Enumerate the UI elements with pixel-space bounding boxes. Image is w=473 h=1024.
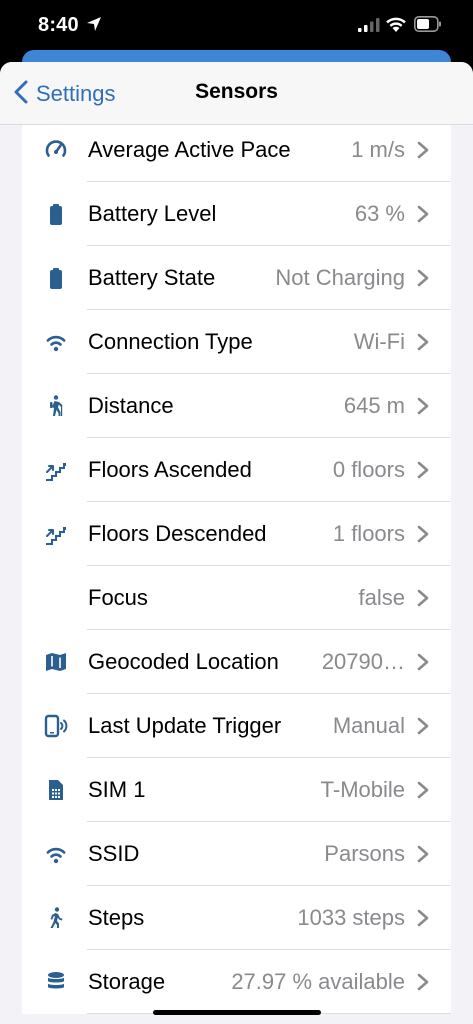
- chevron-right-icon: [417, 333, 429, 351]
- sensor-label: Floors Ascended: [88, 457, 252, 482]
- cellphone-wireless-icon: [44, 714, 68, 738]
- sensor-label: Connection Type: [88, 329, 253, 354]
- sensor-row-battery-level[interactable]: Battery Level 63 %: [22, 182, 451, 246]
- sensor-value: 63 %: [354, 201, 405, 226]
- wifi-status-icon: [385, 15, 407, 37]
- battery-icon: [44, 202, 68, 226]
- sensor-row-storage[interactable]: Storage 27.97 % available: [22, 950, 451, 1014]
- wifi-icon: [44, 330, 68, 354]
- chevron-right-icon: [417, 973, 429, 991]
- page-title-text: Sensors: [195, 80, 278, 103]
- walking-icon: [44, 906, 68, 930]
- sensor-value: 27.97 % available: [231, 969, 405, 994]
- sensor-label: Steps: [88, 905, 145, 930]
- sensor-value: false: [358, 585, 405, 610]
- battery-icon: [44, 266, 68, 290]
- sensors-sheet: Settings Sensors Average Active Pace 1 m/…: [0, 62, 473, 1024]
- sensor-row-geocoded-location[interactable]: Geocoded Location 20790…: [22, 630, 451, 694]
- chevron-right-icon: [417, 653, 429, 671]
- sensor-value: 645 m: [343, 393, 405, 418]
- sensor-label: Average Active Pace: [88, 137, 291, 162]
- sensor-value: Not Charging: [275, 265, 405, 290]
- sensor-value: 1 m/s: [351, 137, 405, 162]
- sensor-label: Battery Level: [88, 201, 217, 226]
- sensor-label: Geocoded Location: [88, 649, 279, 674]
- cellular-signal-icon: [358, 18, 380, 37]
- sensor-value: Parsons: [324, 841, 405, 866]
- sensor-value: 20790…: [321, 649, 405, 674]
- status-bar: 8:40: [0, 0, 473, 52]
- sensor-row-battery-state[interactable]: Battery State Not Charging: [22, 246, 451, 310]
- stairs-icon: [44, 458, 68, 482]
- navigation-bar: Settings Sensors: [0, 62, 473, 125]
- sensor-label: SSID: [88, 841, 140, 866]
- sensor-row-ssid[interactable]: SSID Parsons: [22, 822, 451, 886]
- database-icon: [44, 970, 68, 994]
- sensor-label: Last Update Trigger: [88, 713, 282, 738]
- chevron-right-icon: [417, 909, 429, 927]
- sensor-row-sim-1[interactable]: SIM 1 T-Mobile: [22, 758, 451, 822]
- wifi-icon: [44, 842, 68, 866]
- sensor-row-connection-type[interactable]: Connection Type Wi-Fi: [22, 310, 451, 374]
- battery-status-icon: [414, 16, 442, 37]
- sensor-row-average-active-pace[interactable]: Average Active Pace 1 m/s: [22, 118, 451, 182]
- moon-icon: [44, 586, 68, 610]
- sensor-label: Storage: [88, 969, 166, 994]
- chevron-right-icon: [417, 461, 429, 479]
- sensor-label: Distance: [88, 393, 174, 418]
- chevron-right-icon: [417, 589, 429, 607]
- sensor-value: 1 floors: [332, 521, 405, 546]
- sensor-label: SIM 1: [88, 777, 146, 802]
- sensor-row-floors-ascended[interactable]: Floors Ascended 0 floors: [22, 438, 451, 502]
- chevron-right-icon: [417, 269, 429, 287]
- sim-card-icon: [44, 778, 68, 802]
- sensor-label: Floors Descended: [88, 521, 267, 546]
- hiking-icon: [44, 394, 68, 418]
- speedometer-icon: [44, 138, 68, 162]
- sensor-row-last-update-trigger[interactable]: Last Update Trigger Manual: [22, 694, 451, 758]
- sensor-value: 1033 steps: [297, 905, 405, 930]
- map-icon: [44, 650, 68, 674]
- sensor-value: Manual: [332, 713, 405, 738]
- sensor-row-distance[interactable]: Distance 645 m: [22, 374, 451, 438]
- page-title: Sensors: [0, 80, 473, 104]
- chevron-right-icon: [417, 525, 429, 543]
- sensor-label: Battery State: [88, 265, 216, 290]
- sensor-row-focus[interactable]: Focus false: [22, 566, 451, 630]
- sensor-value: Wi-Fi: [353, 329, 405, 354]
- chevron-right-icon: [417, 845, 429, 863]
- chevron-right-icon: [417, 397, 429, 415]
- sensor-value: 0 floors: [332, 457, 405, 482]
- stairs-icon: [44, 522, 68, 546]
- chevron-right-icon: [417, 717, 429, 735]
- sensor-row-floors-descended[interactable]: Floors Descended 1 floors: [22, 502, 451, 566]
- sensor-row-steps[interactable]: Steps 1033 steps: [22, 886, 451, 950]
- chevron-right-icon: [417, 141, 429, 159]
- sensor-label: Focus: [88, 585, 148, 610]
- location-arrow-icon: [86, 16, 102, 37]
- chevron-right-icon: [417, 781, 429, 799]
- sensor-list: Average Active Pace 1 m/s Battery Level 63 …: [22, 118, 451, 1014]
- home-indicator[interactable]: [153, 1010, 321, 1015]
- status-time: 8:40: [38, 14, 79, 36]
- sensor-value: T-Mobile: [320, 777, 405, 802]
- chevron-right-icon: [417, 205, 429, 223]
